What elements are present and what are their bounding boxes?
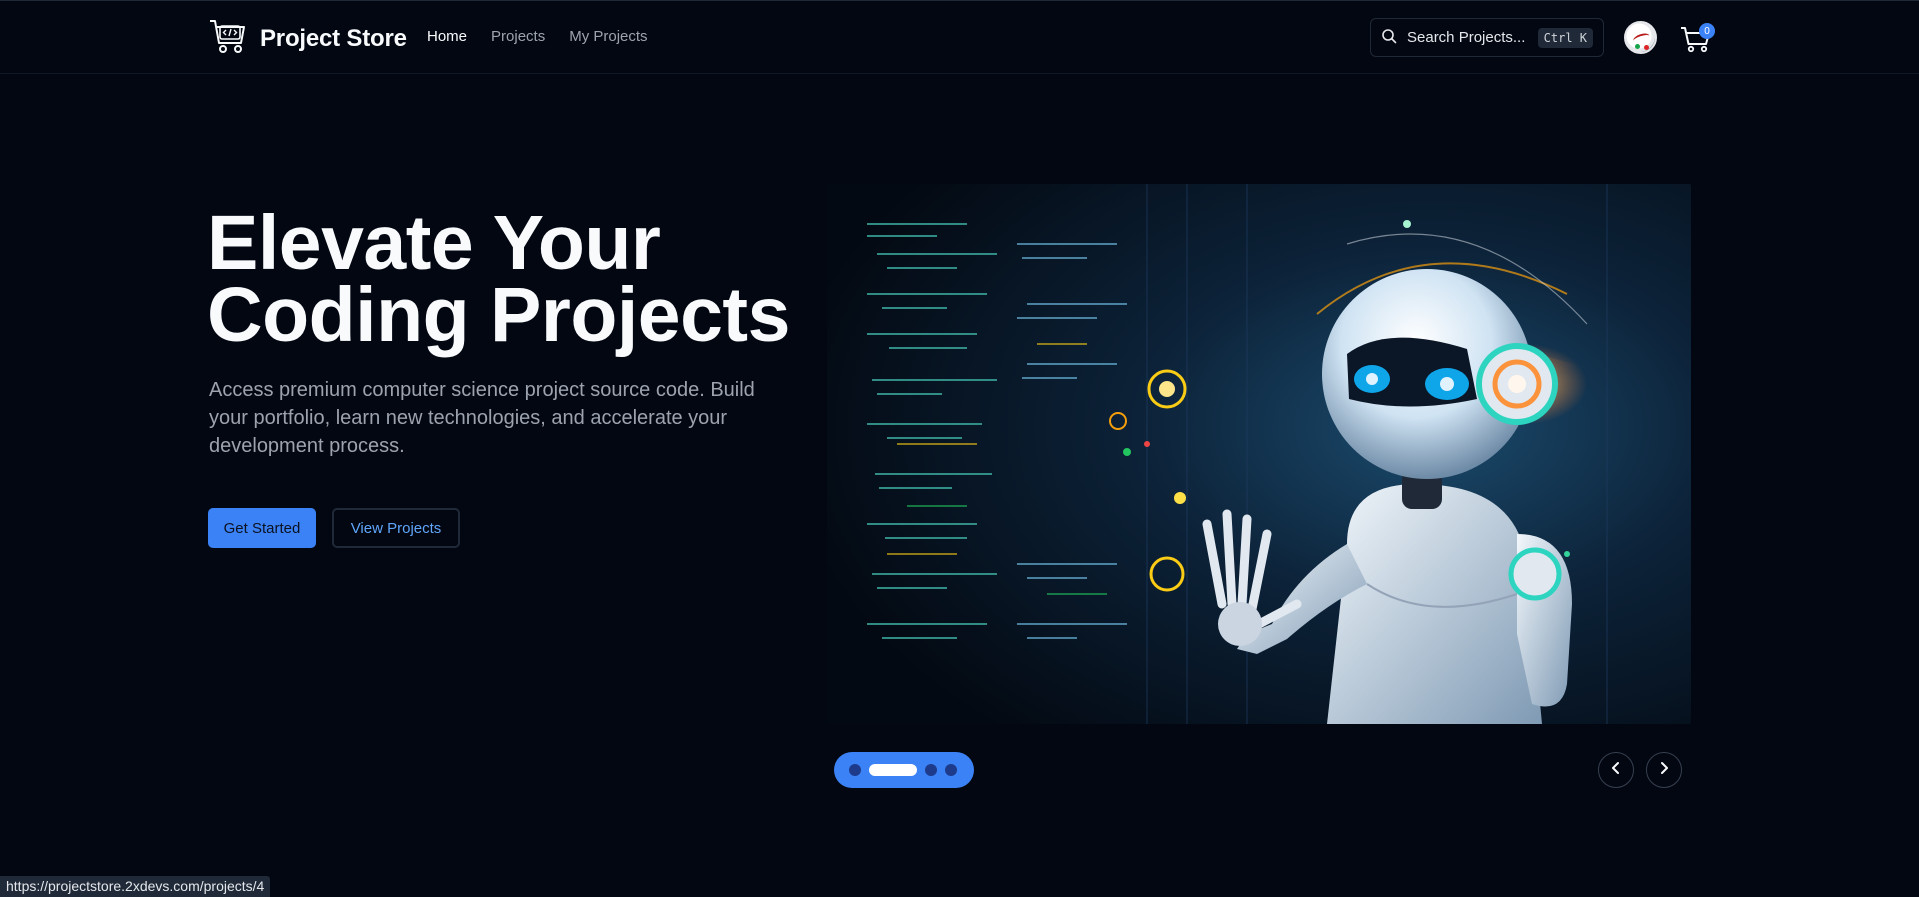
view-projects-button[interactable]: View Projects: [332, 508, 460, 548]
carousel-dot-1[interactable]: [849, 764, 861, 776]
brand-title: Project Store: [260, 24, 407, 52]
nav-projects[interactable]: Projects: [491, 28, 545, 45]
get-started-button[interactable]: Get Started: [208, 508, 316, 548]
search-label: Search Projects...: [1407, 29, 1526, 46]
keyboard-shortcut: Ctrl K: [1537, 27, 1593, 48]
carousel-dot-3[interactable]: [925, 764, 937, 776]
carousel-prev-button[interactable]: [1598, 752, 1634, 788]
avatar-scribble: [1632, 31, 1651, 46]
chevron-left-icon: [1609, 761, 1623, 780]
avatar-dot: [1644, 45, 1649, 50]
hero-subtitle: Access premium computer science project …: [209, 379, 755, 457]
search-icon: [1381, 28, 1397, 48]
status-bar-url: https://projectstore.2xdevs.com/projects…: [0, 876, 271, 897]
search-button[interactable]: Search Projects... Ctrl K: [1370, 18, 1604, 57]
hero-title: Elevate Your Coding Projects: [207, 200, 790, 358]
user-avatar[interactable]: [1624, 21, 1657, 54]
cart-icon: [1679, 27, 1713, 59]
nav-home[interactable]: Home: [427, 28, 467, 45]
hero-carousel-image: [827, 184, 1691, 724]
hero-title-line-2: Coding Projects: [207, 272, 790, 358]
hero-title-line-1: Elevate Your: [207, 200, 661, 286]
carousel-dot-4[interactable]: [945, 764, 957, 776]
carousel-dot-2-active[interactable]: [869, 764, 917, 776]
avatar-dot: [1635, 44, 1640, 49]
main-nav: Home Projects My Projects: [427, 28, 648, 45]
site-header: Project Store Home Projects My Projects …: [0, 1, 1919, 74]
cart-count-badge: 0: [1699, 23, 1715, 39]
carousel-next-button[interactable]: [1646, 752, 1682, 788]
carousel-indicators: [834, 752, 974, 788]
ai-robot-illustration: [827, 184, 1691, 724]
chevron-right-icon: [1657, 761, 1671, 780]
shopping-cart-code-icon: [208, 17, 248, 60]
brand[interactable]: Project Store: [208, 17, 407, 60]
nav-my-projects[interactable]: My Projects: [569, 28, 647, 45]
